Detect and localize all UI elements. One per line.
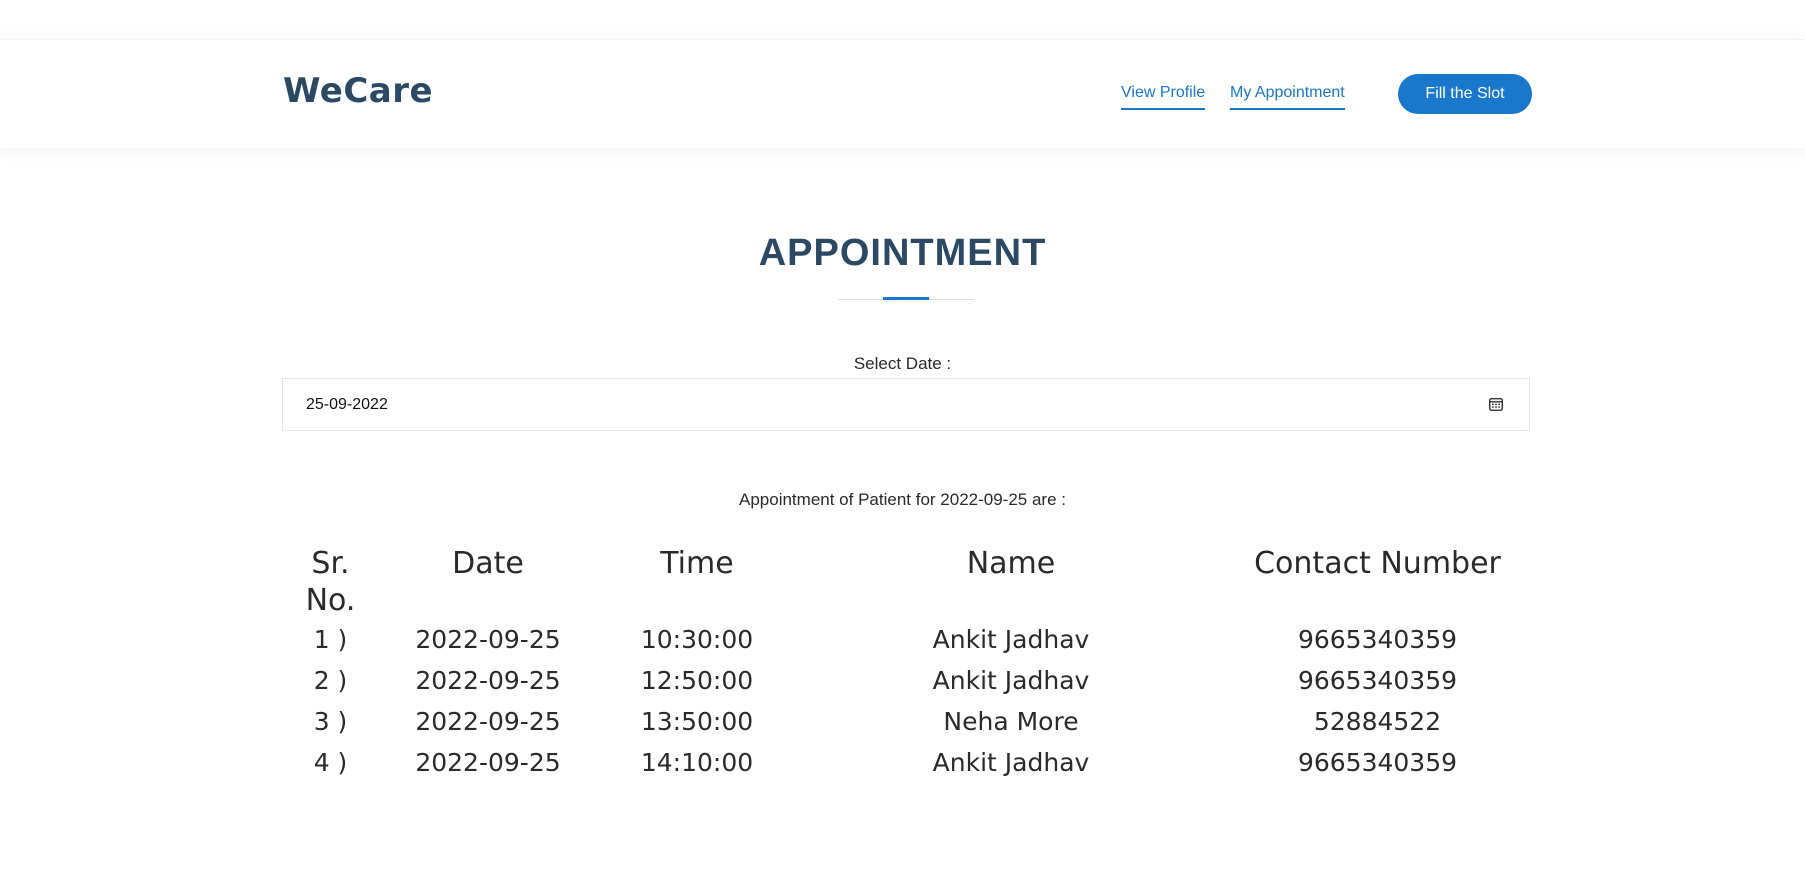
fill-the-slot-button[interactable]: Fill the Slot xyxy=(1398,74,1532,114)
cell-name: Ankit Jadhav xyxy=(932,666,1090,695)
cell-name: Neha More xyxy=(943,707,1079,736)
cell-name: Ankit Jadhav xyxy=(932,748,1090,777)
table-row: 3 ) 2022-09-25 13:50:00 Neha More 528845… xyxy=(282,701,1530,742)
cell-time: 10:30:00 xyxy=(640,625,754,654)
table-row: 4 ) 2022-09-25 14:10:00 Ankit Jadhav 966… xyxy=(282,742,1530,783)
cell-contact-number: 9665340359 xyxy=(1297,666,1458,695)
column-header-contact-number: Contact Number xyxy=(1254,546,1501,581)
table-header-row: Sr. No. Date Time Name Contact Number xyxy=(282,545,1530,619)
table-row: 1 ) 2022-09-25 10:30:00 Ankit Jadhav 966… xyxy=(282,619,1530,660)
nav-view-profile[interactable]: View Profile xyxy=(1121,84,1206,110)
cell-sr-no: 2 ) xyxy=(313,666,348,695)
cell-contact-number: 52884522 xyxy=(1313,707,1442,736)
calendar-icon[interactable] xyxy=(1489,397,1503,411)
cell-sr-no: 4 ) xyxy=(313,748,348,777)
cell-contact-number: 9665340359 xyxy=(1297,748,1458,777)
page-title: APPOINTMENT xyxy=(758,232,1047,274)
site-header: WeCare View Profile My Appointment Fill … xyxy=(0,39,1805,148)
date-input[interactable]: 25-09-2022 xyxy=(282,378,1530,431)
cell-contact-number: 9665340359 xyxy=(1297,625,1458,654)
nav-my-appointment[interactable]: My Appointment xyxy=(1230,84,1345,110)
column-header-name: Name xyxy=(966,546,1056,581)
column-header-sr-no: Sr. No. xyxy=(305,546,356,618)
cell-time: 14:10:00 xyxy=(640,748,754,777)
cell-sr-no: 3 ) xyxy=(313,707,348,736)
cell-date: 2022-09-25 xyxy=(415,748,561,777)
cell-time: 12:50:00 xyxy=(640,666,754,695)
select-date-label: Select Date : xyxy=(853,354,952,373)
appointments-table: Sr. No. Date Time Name Contact Number 1 … xyxy=(282,545,1530,783)
cell-date: 2022-09-25 xyxy=(415,707,561,736)
cell-name: Ankit Jadhav xyxy=(932,625,1090,654)
table-row: 2 ) 2022-09-25 12:50:00 Ankit Jadhav 966… xyxy=(282,660,1530,701)
top-band xyxy=(0,0,1805,39)
date-input-value[interactable]: 25-09-2022 xyxy=(306,396,388,414)
column-header-time: Time xyxy=(660,546,734,581)
cell-sr-no: 1 ) xyxy=(313,625,348,654)
cell-time: 13:50:00 xyxy=(640,707,754,736)
cell-date: 2022-09-25 xyxy=(415,666,561,695)
appointments-caption: Appointment of Patient for 2022-09-25 ar… xyxy=(739,490,1066,509)
column-header-date: Date xyxy=(452,546,524,581)
cell-date: 2022-09-25 xyxy=(415,625,561,654)
title-divider-accent xyxy=(883,297,929,300)
logo[interactable]: WeCare xyxy=(283,71,433,111)
